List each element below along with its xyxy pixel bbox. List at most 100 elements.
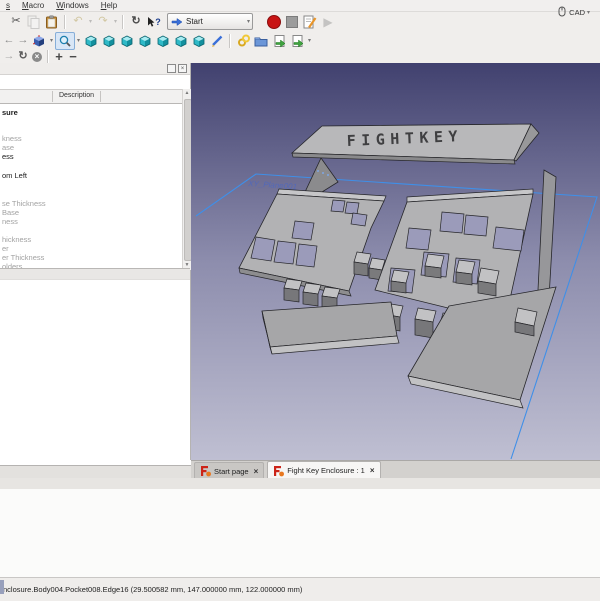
- scissors-icon: ✂: [11, 15, 21, 27]
- tree-scrollbar[interactable]: ▲ ▼: [182, 89, 192, 270]
- toolbar-separator: [122, 14, 124, 29]
- menu-item-windows[interactable]: Windows: [50, 1, 94, 10]
- macro-record-button[interactable]: [265, 14, 283, 30]
- workbench-selector[interactable]: Start ▾: [167, 13, 253, 30]
- macro-execute-button[interactable]: ▶: [319, 14, 337, 30]
- mouse-icon: [558, 6, 566, 17]
- tree-item[interactable]: om Left: [2, 171, 27, 180]
- tree-item[interactable]: se Thickness: [2, 199, 46, 208]
- model-tree[interactable]: sure kness ase ess om Left se Thickness …: [0, 102, 182, 268]
- tree-item[interactable]: ness: [2, 217, 18, 226]
- workbench-arrow-icon: [171, 17, 183, 26]
- tree-item[interactable]: ess: [2, 152, 14, 161]
- view-front-button[interactable]: [100, 33, 118, 49]
- undo-icon: ↶: [73, 15, 83, 27]
- mdi-tab-bar: Start page × Fight Key Enclosure : 1 ×: [191, 460, 600, 479]
- menu-item-fragment[interactable]: s: [0, 1, 16, 10]
- export-arrow-icon: [274, 34, 285, 47]
- undo-button[interactable]: ↶: [69, 14, 87, 30]
- tab-close-icon[interactable]: ×: [370, 466, 375, 475]
- view-top-icon: [121, 35, 133, 47]
- export-arrow-icon: [292, 34, 303, 47]
- tree-item[interactable]: Base: [2, 208, 19, 217]
- measure-distance-button[interactable]: [208, 33, 226, 49]
- tree-item[interactable]: er: [2, 244, 9, 253]
- yellow-link-icon: [237, 34, 250, 47]
- menu-item-macro[interactable]: Macro: [16, 1, 50, 10]
- redo-button[interactable]: ↷: [94, 14, 112, 30]
- paste-button[interactable]: [43, 14, 61, 30]
- copy-icon: [27, 15, 40, 29]
- tree-item-document[interactable]: sure: [2, 108, 18, 117]
- view-axonometric-button[interactable]: [82, 33, 100, 49]
- link-go-button[interactable]: [270, 33, 288, 49]
- stop-x-icon: ×: [32, 51, 42, 62]
- tree-item[interactable]: hickness: [2, 235, 31, 244]
- cut-button[interactable]: ✂: [7, 14, 25, 30]
- link-dropdown-caret[interactable]: ▾: [306, 37, 313, 44]
- tree-item[interactable]: kness: [2, 134, 22, 143]
- macro-edit-button[interactable]: [301, 14, 319, 30]
- property-editor-empty[interactable]: [0, 279, 190, 466]
- view-left-button[interactable]: [190, 33, 208, 49]
- axonometric-cube-icon: [85, 35, 97, 47]
- workbench-dropdown-caret: ▾: [246, 19, 250, 25]
- fit-all-button[interactable]: [30, 33, 48, 49]
- redo-history-dropdown[interactable]: ▾: [112, 18, 119, 25]
- model-top-lid[interactable]: FIGHTKEY: [290, 123, 540, 165]
- dock-close-button[interactable]: ×: [178, 64, 187, 73]
- edit-macro-icon: [303, 14, 317, 29]
- tab-close-icon[interactable]: ×: [254, 467, 259, 476]
- view-rear-icon: [157, 35, 169, 47]
- combo-view-panel: × Description sure kness ase ess om Left…: [0, 63, 192, 466]
- measure-pencil-icon: [210, 34, 223, 48]
- clipboard-icon: [46, 14, 57, 28]
- undo-history-dropdown[interactable]: ▾: [87, 18, 94, 25]
- dock-float-button[interactable]: [167, 64, 176, 73]
- menu-item-help[interactable]: Help: [95, 1, 123, 10]
- tab-label: Start page: [214, 466, 249, 476]
- navigation-style-selector[interactable]: CAD ▾: [558, 6, 592, 18]
- whats-this-button[interactable]: ?: [145, 14, 163, 30]
- view-front-icon: [103, 35, 115, 47]
- redo-icon: ↷: [98, 15, 108, 27]
- column-separator[interactable]: [100, 91, 101, 102]
- bottom-left-gap: [0, 465, 191, 479]
- nav-back-button[interactable]: ←: [2, 33, 16, 49]
- view-right-icon: [139, 35, 151, 47]
- viewport-3d[interactable]: XY_Plane001 FIGHTKEY: [191, 63, 600, 460]
- play-icon: ▶: [323, 14, 333, 29]
- zoom-tool-button[interactable]: [55, 31, 75, 50]
- copy-button[interactable]: [25, 14, 43, 30]
- status-bar: nclosure.Body004.Pocket008.Edge16 (29.50…: [0, 577, 600, 601]
- tab-fight-key-enclosure[interactable]: Fight Key Enclosure : 1 ×: [267, 461, 381, 479]
- preselection-message: nclosure.Body004.Pocket008.Edge16 (29.50…: [3, 585, 303, 594]
- nav-forward-button[interactable]: →: [16, 33, 30, 49]
- macro-stop-button[interactable]: [283, 14, 301, 30]
- statusbar-edge-fragment: [0, 580, 4, 594]
- link-make-button[interactable]: [234, 33, 252, 49]
- blue-folder-icon: [254, 37, 268, 46]
- view-bottom-button[interactable]: [172, 33, 190, 49]
- dock-titlebar[interactable]: ×: [0, 63, 190, 75]
- description-column-header[interactable]: Description: [53, 92, 100, 99]
- link-select-button[interactable]: [288, 33, 306, 49]
- fit-dropdown-caret[interactable]: ▾: [48, 37, 55, 44]
- view-top-button[interactable]: [118, 33, 136, 49]
- tree-item[interactable]: ase: [2, 143, 14, 152]
- toolbar-view: ← → ▾ ▾ ▾: [0, 31, 600, 51]
- scroll-up-arrow[interactable]: ▲: [183, 89, 191, 98]
- refresh-button[interactable]: ↻: [127, 14, 145, 30]
- view-rear-button[interactable]: [154, 33, 172, 49]
- zoom-dropdown-caret[interactable]: ▾: [75, 37, 82, 44]
- fit-all-icon: [33, 34, 45, 47]
- view-right-button[interactable]: [136, 33, 154, 49]
- view-left-icon: [193, 35, 205, 47]
- tab-label: Fight Key Enclosure : 1: [287, 466, 365, 475]
- plus-icon: +: [55, 49, 63, 64]
- view-bottom-icon: [175, 35, 187, 47]
- tab-start-page[interactable]: Start page ×: [194, 462, 265, 479]
- navigation-style-value: CAD: [569, 7, 585, 17]
- link-group-button[interactable]: [252, 33, 270, 49]
- tree-item[interactable]: er Thickness: [2, 253, 44, 262]
